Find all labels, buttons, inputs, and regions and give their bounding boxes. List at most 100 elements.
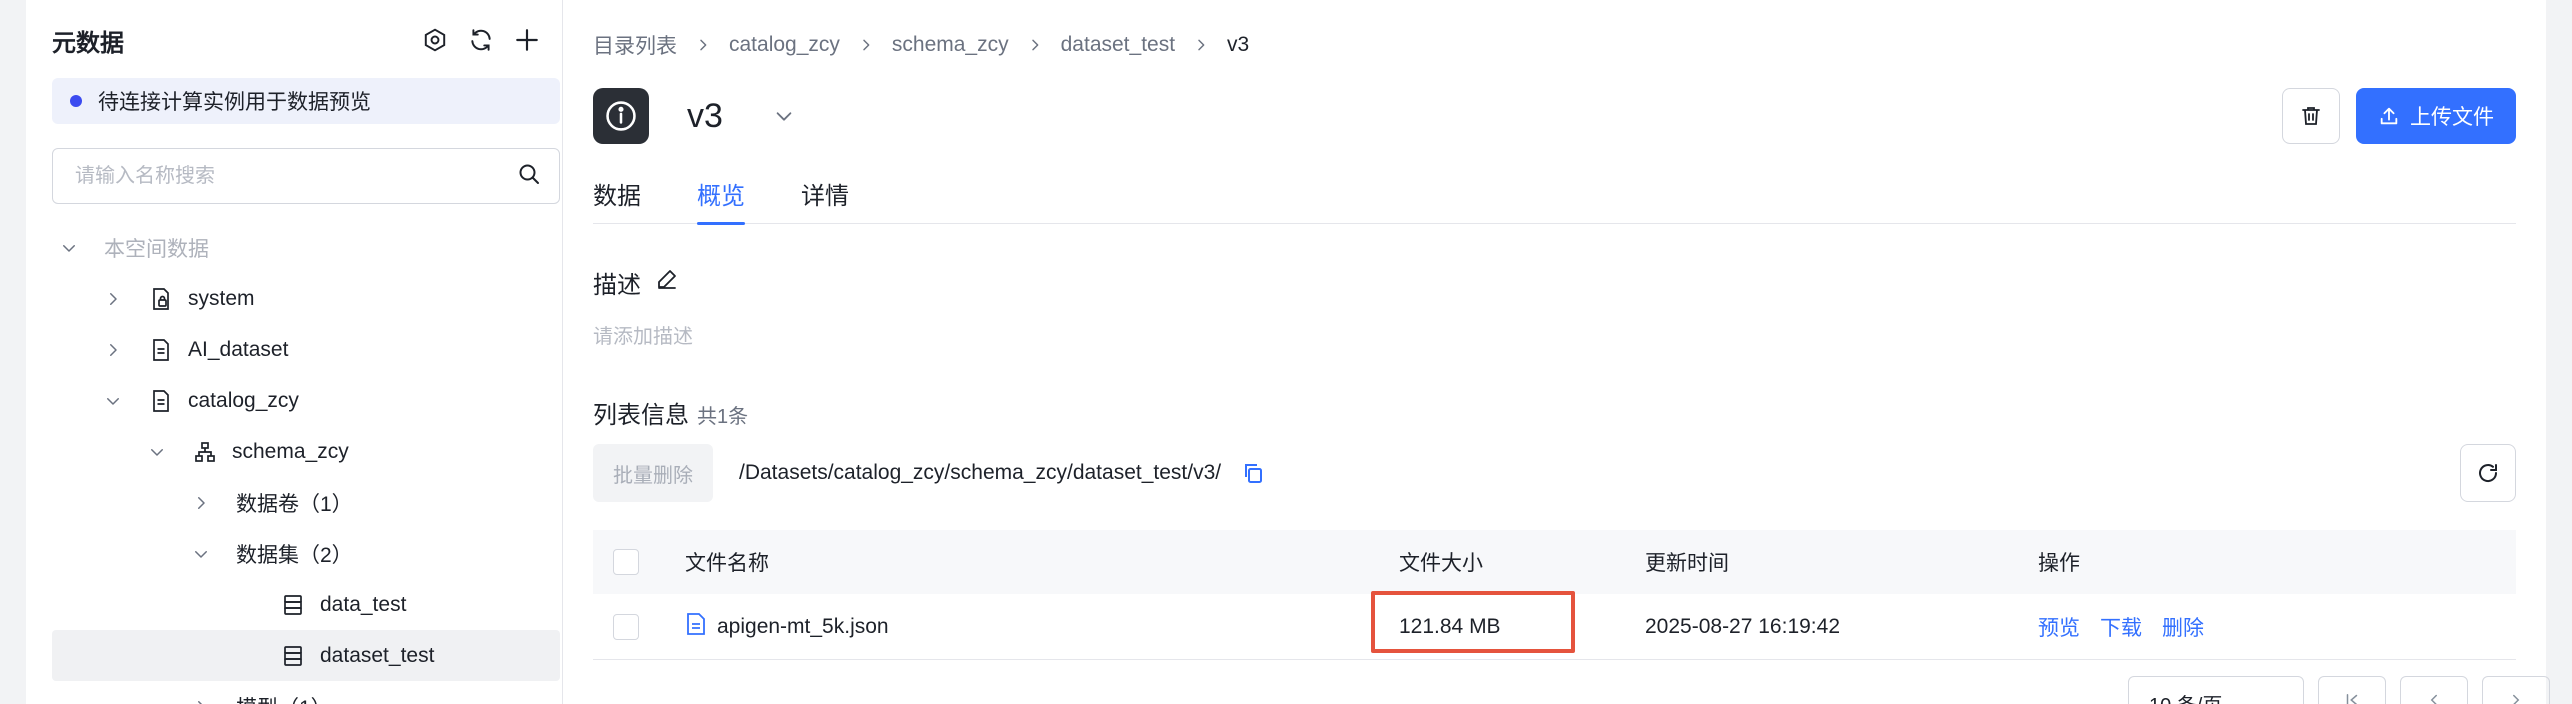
tree-node-label: 数据卷（1） — [236, 492, 353, 516]
catalog-doc-icon — [148, 337, 174, 363]
tree-node-label: 本空间数据 — [104, 237, 209, 261]
files-table: 文件名称 文件大小 更新时间 操作 apigen-mt_5k.json 121.… — [593, 530, 2516, 660]
copy-icon[interactable] — [1241, 461, 1265, 485]
table-row: apigen-mt_5k.json 121.84 MB 2025-08-27 1… — [593, 590, 2516, 660]
column-header-updated: 更新时间 — [1645, 552, 1729, 575]
tab-details[interactable]: 详情 — [801, 170, 849, 224]
preview-link[interactable]: 预览 — [2038, 612, 2080, 642]
connection-notice: 待连接计算实例用于数据预览 — [52, 78, 560, 124]
file-name[interactable]: apigen-mt_5k.json — [717, 615, 889, 639]
tab-overview[interactable]: 概览 — [697, 170, 745, 225]
breadcrumb-item[interactable]: schema_zcy — [892, 33, 1009, 57]
catalog-tree: 本空间数据 system AI_dataset catalog_zcy schema_z… — [52, 222, 560, 704]
tree-node[interactable]: 数据集（2） — [52, 528, 560, 579]
tree-node[interactable]: AI_dataset — [52, 324, 560, 375]
notice-dot — [70, 95, 82, 107]
list-toolbar: 批量删除 /Datasets/catalog_zcy/schema_zcy/da… — [593, 444, 2516, 502]
chevron-down-icon[interactable] — [146, 441, 168, 463]
plus-icon[interactable] — [512, 25, 542, 55]
info-icon — [593, 88, 649, 144]
breadcrumb-separator-icon — [1193, 37, 1209, 53]
tree-node-label: data_test — [320, 592, 407, 616]
app-root: 元数据 待连接计算实例用于数据预览 本空间数据s — [0, 0, 2572, 704]
search-icon[interactable] — [517, 162, 541, 191]
page-title: v3 — [687, 96, 723, 135]
breadcrumb-separator-icon — [1027, 37, 1043, 53]
chevron-right-icon[interactable] — [102, 339, 124, 361]
upload-icon — [2380, 107, 2398, 125]
breadcrumb-item[interactable]: dataset_test — [1061, 33, 1175, 57]
tree-node[interactable]: 模型（1） — [52, 681, 560, 704]
highlight-box — [1371, 590, 1575, 653]
chevron-down-icon[interactable] — [190, 543, 212, 565]
notice-text: 待连接计算实例用于数据预览 — [98, 91, 371, 114]
breadcrumb-item[interactable]: catalog_zcy — [729, 33, 840, 57]
batch-delete-button[interactable]: 批量删除 — [593, 444, 713, 502]
tree-node[interactable]: catalog_zcy — [52, 375, 560, 426]
select-all-checkbox[interactable] — [613, 549, 639, 575]
list-info-header: 列表信息 共1条 — [593, 395, 748, 430]
list-info-title: 列表信息 — [593, 402, 689, 429]
tree-node[interactable]: 本空间数据 — [52, 222, 560, 273]
file-doc-icon — [685, 612, 707, 642]
chevron-down-icon[interactable] — [102, 390, 124, 412]
version-dropdown-chevron-icon[interactable] — [773, 105, 795, 127]
search-input[interactable] — [75, 164, 517, 188]
title-row: v3 上传文件 — [593, 88, 2516, 144]
row-checkbox[interactable] — [613, 613, 639, 640]
prev-page-button[interactable] — [2400, 676, 2468, 704]
schema-tree-icon — [192, 439, 218, 465]
column-header-actions: 操作 — [2038, 552, 2080, 575]
tree-node[interactable]: dataset_test — [52, 630, 560, 681]
catalog-lock-icon — [148, 286, 174, 312]
table-header: 文件名称 文件大小 更新时间 操作 — [593, 530, 2516, 594]
refresh-icon[interactable] — [466, 25, 496, 55]
description-placeholder[interactable]: 请添加描述 — [593, 320, 693, 349]
search-box — [52, 148, 560, 204]
main-panel: 目录列表 catalog_zcy schema_zcy dataset_test v3 … — [563, 0, 2550, 704]
delete-link[interactable]: 删除 — [2162, 612, 2204, 642]
first-page-button[interactable] — [2318, 676, 2386, 704]
settings-cog-icon[interactable] — [420, 25, 450, 55]
page-size-select[interactable]: 10 条/页 — [2128, 676, 2304, 704]
dataset-path: /Datasets/catalog_zcy/schema_zcy/dataset… — [739, 461, 1222, 484]
file-updated-time: 2025-08-27 16:19:42 — [1645, 614, 1840, 638]
metadata-sidebar: 元数据 待连接计算实例用于数据预览 本空间数据s — [26, 0, 562, 704]
sidebar-title: 元数据 — [52, 29, 124, 57]
breadcrumb-separator-icon — [695, 37, 711, 53]
pagination: 10 条/页 — [2128, 676, 2550, 704]
tree-node-label: schema_zcy — [232, 439, 349, 463]
description-section: 描述 — [593, 265, 679, 300]
column-header-name: 文件名称 — [685, 552, 769, 575]
chevron-right-icon[interactable] — [190, 696, 212, 704]
chevron-down-icon[interactable] — [58, 237, 80, 259]
edit-pencil-icon[interactable] — [655, 267, 679, 298]
tree-node[interactable]: 数据卷（1） — [52, 477, 560, 528]
tree-node-label: 模型（1） — [236, 692, 332, 704]
upload-file-button[interactable]: 上传文件 — [2356, 88, 2516, 144]
sidebar-header: 元数据 — [52, 22, 542, 58]
trash-icon — [2302, 107, 2320, 125]
column-header-size: 文件大小 — [1399, 552, 1483, 575]
chevron-right-icon[interactable] — [102, 288, 124, 310]
next-page-button[interactable] — [2482, 676, 2550, 704]
first-page-icon — [2346, 694, 2358, 704]
tree-node-label: 数据集（2） — [236, 543, 353, 567]
upload-file-label: 上传文件 — [2410, 106, 2494, 129]
tree-node-label: catalog_zcy — [188, 388, 299, 412]
breadcrumb-item[interactable]: 目录列表 — [593, 30, 677, 60]
tree-node-label: AI_dataset — [188, 337, 289, 361]
tree-node[interactable]: data_test — [52, 579, 560, 630]
chevron-right-icon[interactable] — [190, 492, 212, 514]
description-title: 描述 — [593, 272, 641, 299]
tree-node[interactable]: schema_zcy — [52, 426, 560, 477]
tab-data[interactable]: 数据 — [593, 170, 641, 224]
tree-node[interactable]: system — [52, 273, 560, 324]
refresh-list-button[interactable] — [2460, 444, 2516, 502]
catalog-doc-icon — [148, 388, 174, 414]
download-link[interactable]: 下载 — [2100, 612, 2142, 642]
dataset-icon — [280, 643, 306, 669]
tree-node-label: system — [188, 286, 255, 310]
delete-button[interactable] — [2282, 88, 2340, 144]
chevron-left-icon — [2430, 694, 2437, 704]
